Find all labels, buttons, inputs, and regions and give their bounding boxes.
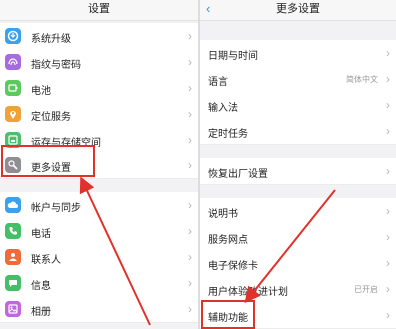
arrow-to-accessibility xyxy=(244,189,336,304)
annotation-arrows xyxy=(79,176,336,326)
arrow-to-more-settings xyxy=(79,176,151,326)
